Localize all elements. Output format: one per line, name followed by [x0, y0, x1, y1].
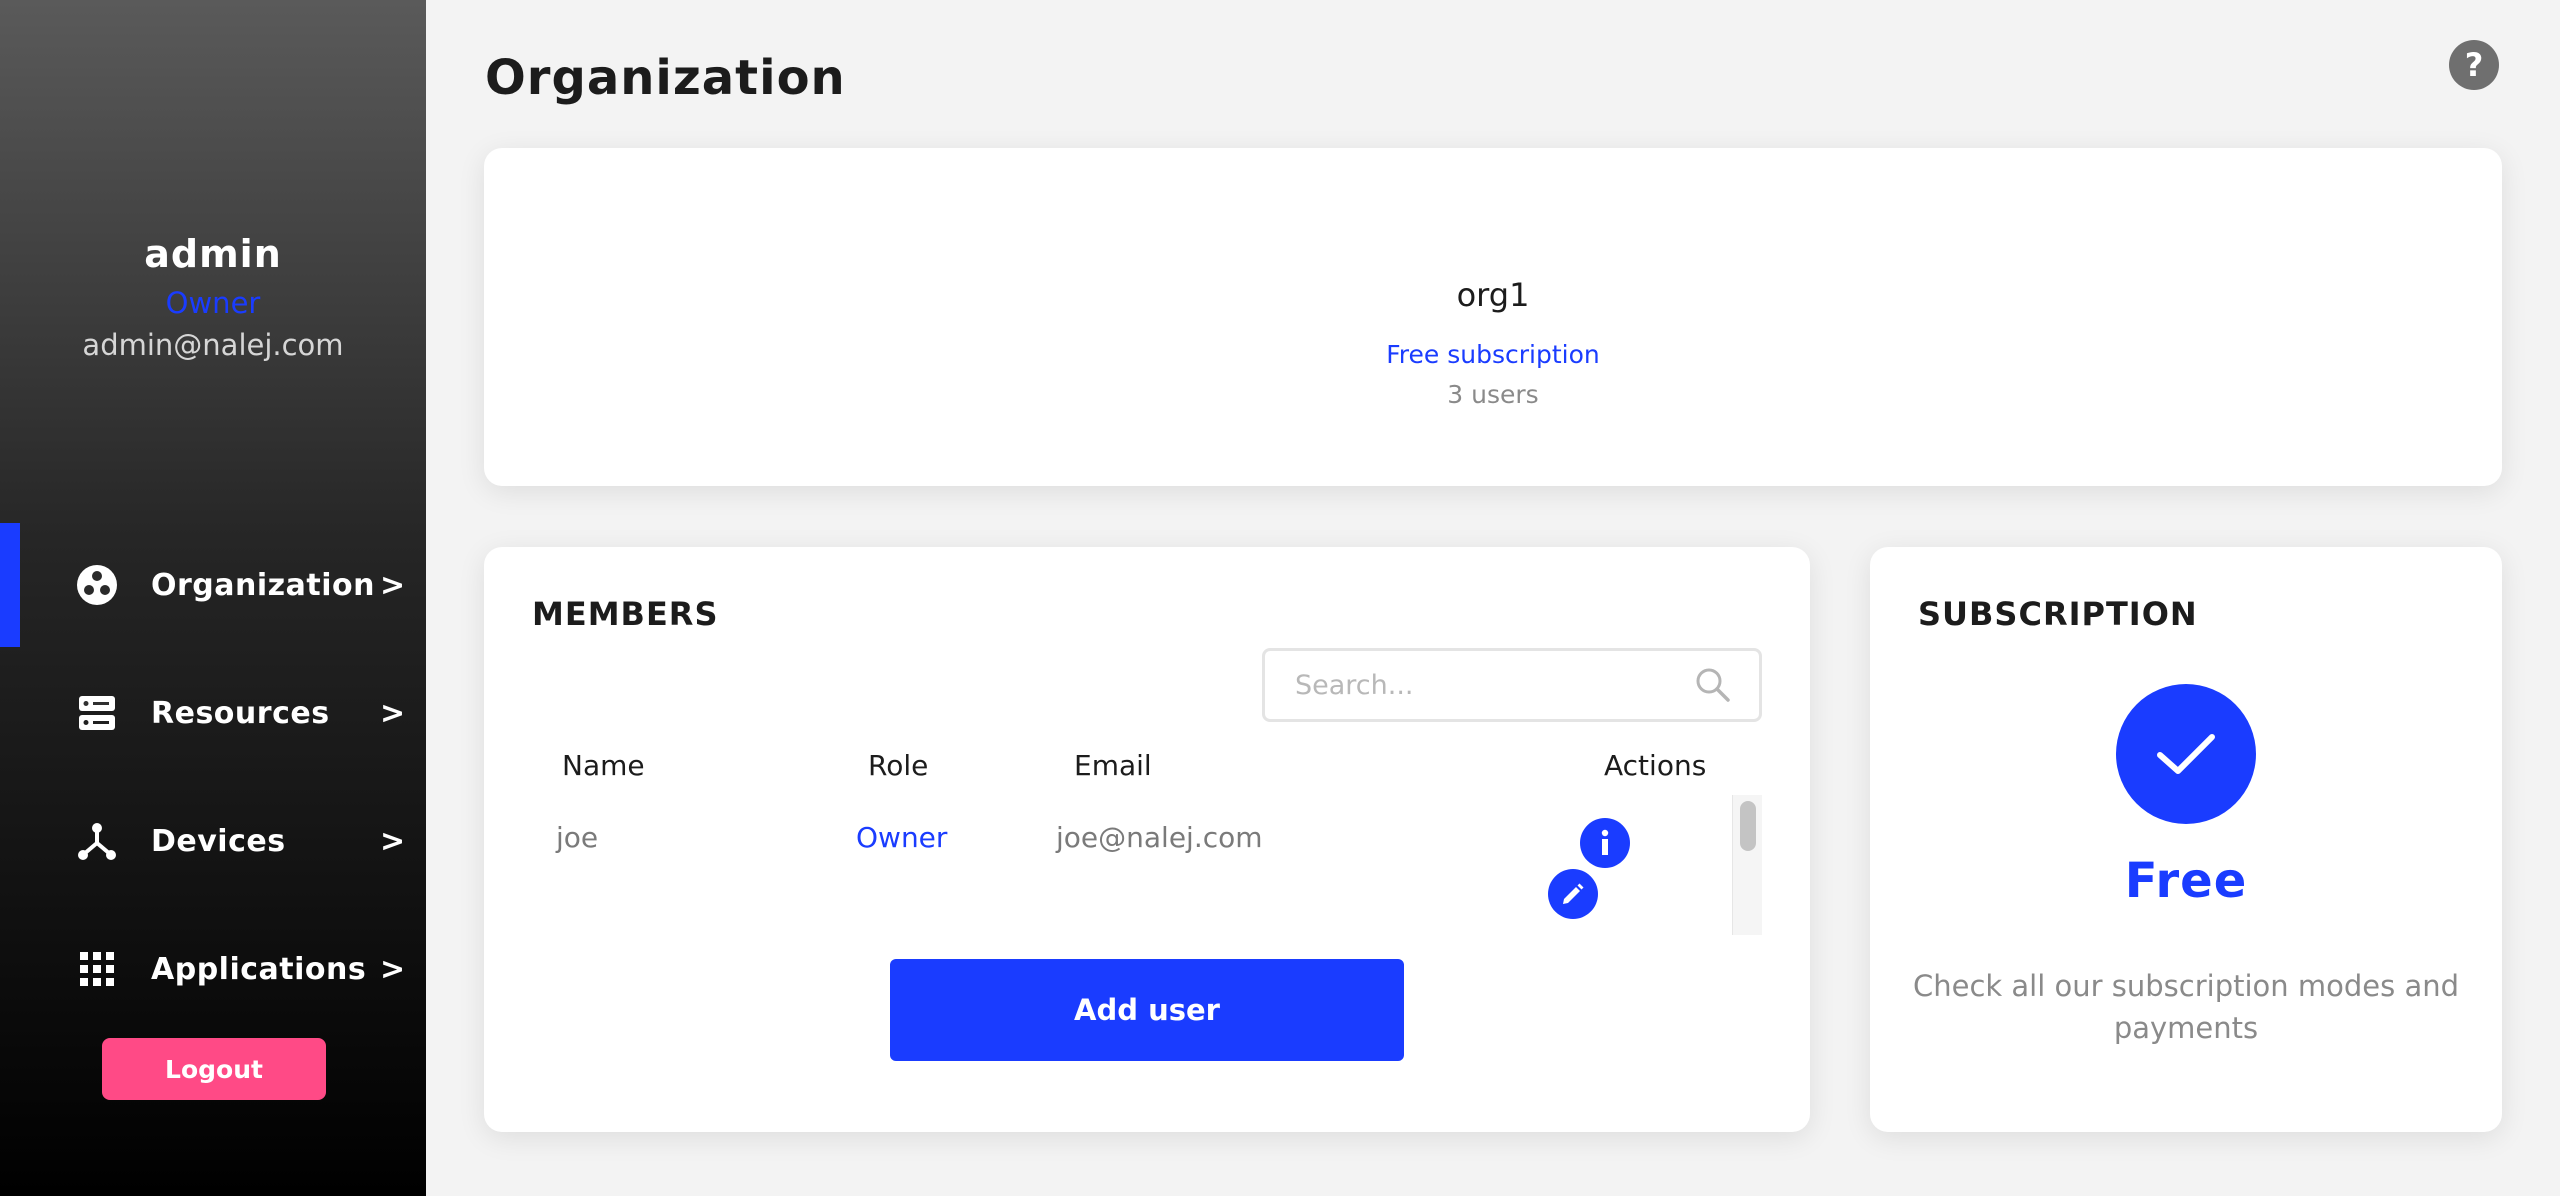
checkmark-icon — [2116, 684, 2256, 824]
help-icon[interactable]: ? — [2449, 40, 2499, 90]
chevron-right-icon: > — [380, 695, 406, 731]
organization-name: org1 — [1456, 276, 1530, 314]
edit-icon[interactable] — [1548, 869, 1598, 919]
subscription-plan: Free — [2124, 853, 2248, 909]
column-header-name: Name — [562, 749, 645, 782]
page-title: Organization — [485, 50, 846, 106]
info-icon[interactable] — [1580, 818, 1630, 868]
subscription-title: SUBSCRIPTION — [1918, 595, 2198, 633]
profile-role: Owner — [165, 286, 261, 320]
organization-subscription[interactable]: Free subscription — [484, 340, 2502, 369]
subscription-description[interactable]: Check all our subscription modes and pay… — [1910, 965, 2462, 1049]
members-card: MEMBERS Name Role Email Actions joe Owne… — [484, 547, 1810, 1132]
search-box — [1262, 648, 1762, 722]
organization-user-count: 3 users — [1447, 380, 1539, 409]
members-title: MEMBERS — [532, 595, 719, 633]
sidebar-item-devices[interactable]: Devices > — [0, 779, 426, 903]
sidebar-item-label: Applications — [151, 951, 367, 987]
sidebar: admin Owner admin@nalej.com Organization… — [0, 0, 426, 1196]
sidebar-item-applications[interactable]: Applications > — [0, 907, 426, 1031]
add-user-button[interactable]: Add user — [890, 959, 1404, 1061]
sidebar-item-label: Devices — [151, 823, 286, 859]
chevron-right-icon: > — [380, 567, 406, 603]
search-icon[interactable] — [1693, 665, 1733, 705]
member-role: Owner — [856, 821, 948, 854]
chevron-right-icon: > — [380, 951, 406, 987]
sidebar-item-label: Resources — [151, 695, 330, 731]
search-input[interactable] — [1295, 665, 1685, 705]
scrollbar-thumb[interactable] — [1740, 801, 1756, 851]
sidebar-item-organization[interactable]: Organization > — [0, 523, 426, 647]
profile-username: admin — [144, 232, 282, 276]
column-header-actions: Actions — [1604, 749, 1707, 782]
sidebar-item-label: Organization — [151, 567, 375, 603]
organization-card: org1 Free subscription 3 users — [484, 148, 2502, 486]
column-header-role: Role — [868, 749, 929, 782]
member-email: joe@nalej.com — [1056, 821, 1263, 854]
subscription-card: SUBSCRIPTION Free Check all our subscrip… — [1870, 547, 2502, 1132]
sidebar-item-resources[interactable]: Resources > — [0, 651, 426, 775]
organization-icon — [76, 564, 118, 606]
logout-button[interactable]: Logout — [102, 1038, 326, 1100]
user-profile: admin Owner admin@nalej.com — [0, 232, 426, 362]
column-header-email: Email — [1074, 749, 1152, 782]
applications-icon — [76, 948, 118, 990]
table-scrollbar[interactable] — [1732, 795, 1762, 935]
member-name: joe — [556, 821, 599, 854]
chevron-right-icon: > — [380, 823, 406, 859]
profile-email: admin@nalej.com — [82, 328, 344, 362]
active-indicator — [0, 523, 20, 647]
devices-icon — [76, 820, 118, 862]
resources-icon — [76, 692, 118, 734]
